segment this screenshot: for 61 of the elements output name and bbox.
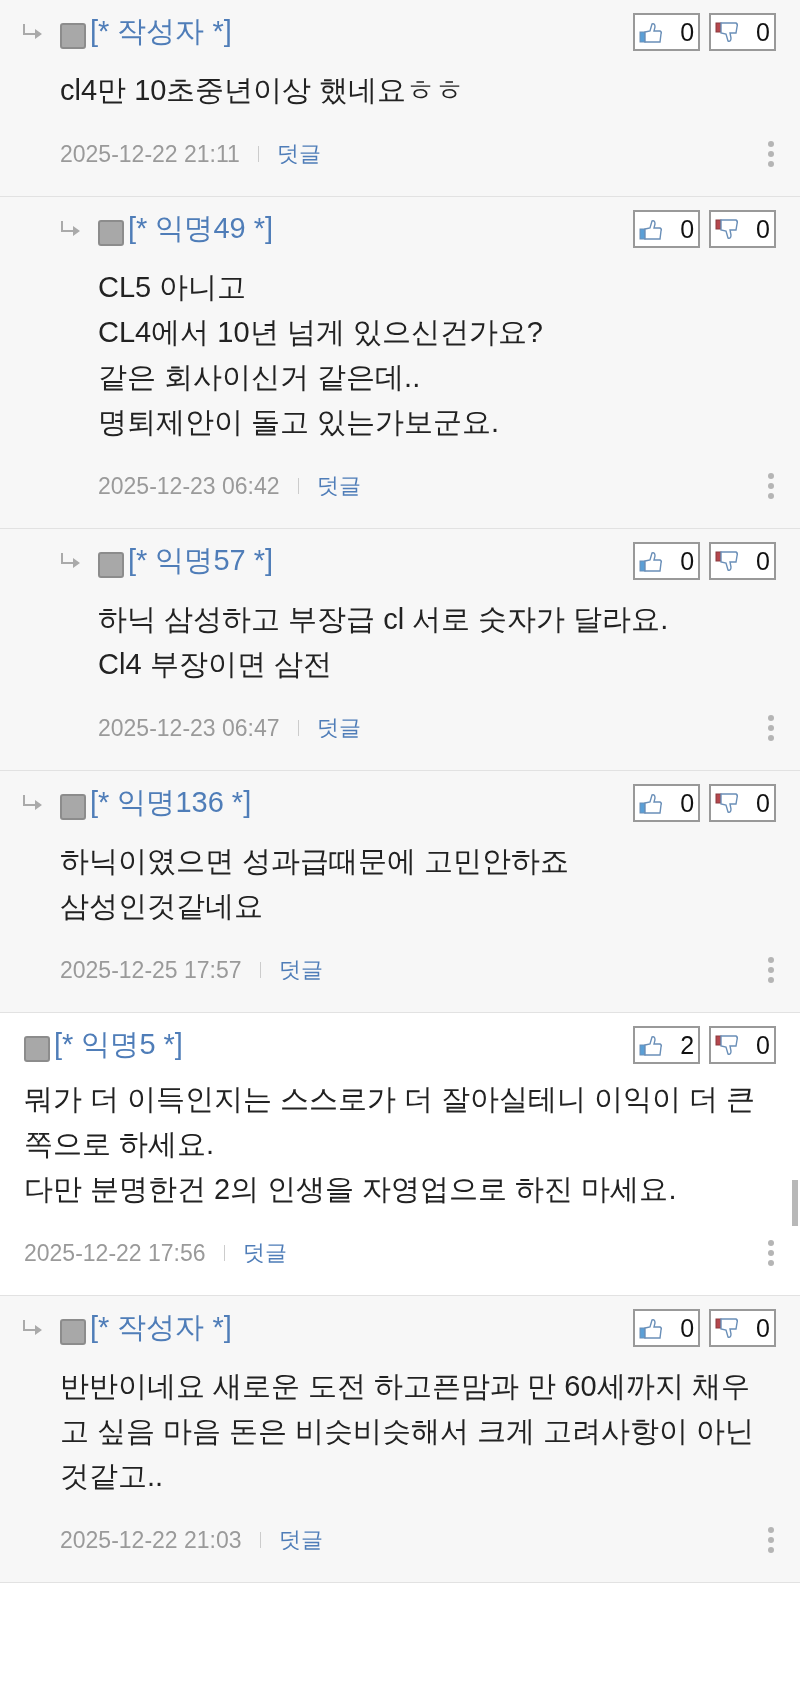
reply-link[interactable]: 덧글 bbox=[278, 955, 323, 985]
comment-date: 2025-12-22 21:11 bbox=[60, 140, 240, 168]
comment-date: 2025-12-22 17:56 bbox=[24, 1239, 206, 1267]
like-button[interactable]: 0 bbox=[633, 784, 701, 822]
reply-link[interactable]: 덧글 bbox=[242, 1238, 287, 1268]
thumbs-up-icon bbox=[639, 792, 664, 814]
dislike-button[interactable]: 0 bbox=[709, 1309, 776, 1347]
comment-text: 하닉 삼성하고 부장급 cl 서로 숫자가 달라요. Cl4 부장이면 삼전 bbox=[97, 602, 670, 682]
comment-text: 하닉이였으면 성과급때문에 고민안하죠 삼성인것같네요 bbox=[59, 844, 571, 924]
like-button[interactable]: 0 bbox=[633, 1309, 701, 1347]
author-name[interactable]: [* 익명57 *] bbox=[128, 541, 274, 581]
dislike-button[interactable]: 0 bbox=[709, 1026, 776, 1064]
thumbs-down-icon bbox=[715, 21, 740, 43]
avatar-icon bbox=[60, 1319, 86, 1345]
avatar-icon bbox=[24, 1036, 50, 1062]
comment-date: 2025-12-22 21:03 bbox=[60, 1526, 242, 1554]
dislike-button[interactable]: 0 bbox=[709, 13, 776, 51]
avatar-icon bbox=[60, 23, 86, 49]
comment-text: 뭐가 더 이득인지는 스스로가 더 잘아실테니 이익이 더 큰쪽으로 하세요. 다만 분명한건 2의 인생을 자영업으로 하진 마세요. bbox=[24, 1082, 757, 1207]
comment-date: 2025-12-25 17:57 bbox=[60, 956, 242, 984]
comment-text: cl4만 10초중년이상 했네요ㅎㅎ bbox=[59, 73, 466, 108]
thumbs-down-icon bbox=[715, 1034, 740, 1056]
author-name[interactable]: [* 작성자 *] bbox=[90, 12, 232, 52]
more-icon[interactable] bbox=[768, 141, 774, 167]
author-name[interactable]: [* 익명5 *] bbox=[54, 1025, 183, 1065]
reply-link[interactable]: 덧글 bbox=[316, 713, 361, 743]
like-button[interactable]: 0 bbox=[633, 13, 701, 51]
dislike-button[interactable]: 0 bbox=[709, 784, 776, 822]
like-button[interactable]: 0 bbox=[633, 542, 701, 580]
reply-link[interactable]: 덧글 bbox=[276, 139, 321, 169]
more-icon[interactable] bbox=[768, 1240, 774, 1266]
more-icon[interactable] bbox=[768, 715, 774, 741]
author-name[interactable]: [* 익명136 *] bbox=[90, 783, 252, 823]
like-button[interactable]: 2 bbox=[633, 1026, 701, 1064]
thumbs-down-icon bbox=[715, 792, 740, 814]
comment-date: 2025-12-23 06:42 bbox=[98, 472, 280, 500]
comment-date: 2025-12-23 06:47 bbox=[98, 714, 280, 742]
dislike-button[interactable]: 0 bbox=[709, 210, 776, 248]
avatar-icon bbox=[98, 552, 124, 578]
thumbs-down-icon bbox=[715, 550, 740, 572]
comment-text: 반반이네요 새로운 도전 하고픈맘과 만 60세까지 채우고 싶음 마음 돈은 비슷비슷해서 크게 고려사항이 아닌것같고.. bbox=[59, 1369, 756, 1494]
thumbs-down-icon bbox=[715, 1317, 740, 1339]
more-icon[interactable] bbox=[768, 1527, 774, 1553]
like-button[interactable]: 0 bbox=[633, 210, 701, 248]
author-name[interactable]: [* 작성자 *] bbox=[90, 1308, 232, 1348]
scrollbar-thumb[interactable] bbox=[792, 1180, 798, 1226]
thumbs-up-icon bbox=[639, 550, 664, 572]
reply-link[interactable]: 덧글 bbox=[316, 471, 361, 501]
thumbs-down-icon bbox=[715, 218, 740, 240]
thumbs-up-icon bbox=[639, 21, 664, 43]
avatar-icon bbox=[60, 794, 86, 820]
author-name[interactable]: [* 익명49 *] bbox=[128, 209, 274, 249]
avatar-icon bbox=[98, 220, 124, 246]
thumbs-up-icon bbox=[639, 1317, 664, 1339]
more-icon[interactable] bbox=[768, 957, 774, 983]
reply-link[interactable]: 덧글 bbox=[278, 1525, 323, 1555]
more-icon[interactable] bbox=[768, 473, 774, 499]
dislike-button[interactable]: 0 bbox=[709, 542, 776, 580]
thumbs-up-icon bbox=[639, 1034, 664, 1056]
thumbs-up-icon bbox=[639, 218, 664, 240]
comment-text: CL5 아니고 CL4에서 10년 넘게 있으신건가요? 같은 회사이신거 같은데.. 명퇴제안이 돌고 있는가보군요. bbox=[97, 270, 544, 440]
